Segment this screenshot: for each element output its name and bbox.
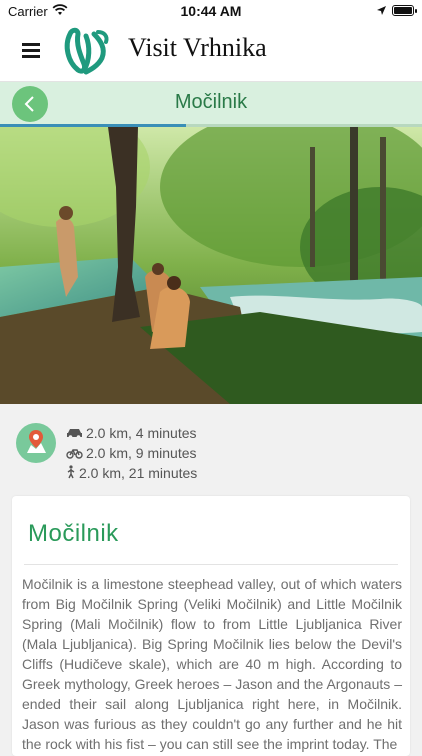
car-icon: [66, 425, 83, 443]
card-body: Močilnik is a limestone steephead valley…: [22, 576, 402, 752]
app-title: Visit Vrhnika: [128, 33, 267, 62]
travel-walk-text: 2.0 km, 21 minutes: [79, 465, 198, 481]
travel-bike-text: 2.0 km, 9 minutes: [86, 445, 197, 461]
hero-photo: [0, 127, 422, 404]
battery-icon: [392, 5, 417, 16]
bicycle-icon: [66, 445, 83, 463]
map-pin-icon[interactable]: [16, 423, 56, 463]
app-header: Visit Vrhnika: [0, 22, 422, 82]
travel-info: 2.0 km, 4 minutes 2.0 km, 9 minutes 2.0 …: [0, 404, 422, 496]
page-title: Močilnik: [174, 91, 248, 113]
travel-row-bike: 2.0 km, 9 minutes: [66, 444, 197, 462]
description-card: Močilnik Močilnik is a limestone steephe…: [12, 496, 410, 756]
vrhnika-logo: [60, 26, 112, 78]
card-divider: [24, 564, 398, 565]
location-arrow-icon: [376, 4, 387, 19]
menu-icon[interactable]: [22, 43, 40, 59]
travel-row-car: 2.0 km, 4 minutes: [66, 424, 197, 442]
travel-row-walk: 2.0 km, 21 minutes: [66, 464, 197, 482]
travel-car-text: 2.0 km, 4 minutes: [86, 425, 197, 441]
status-time: 10:44 AM: [180, 3, 242, 19]
walking-icon: [66, 465, 76, 483]
status-bar: Carrier 10:44 AM: [0, 0, 422, 22]
card-title: Močilnik: [28, 520, 119, 547]
